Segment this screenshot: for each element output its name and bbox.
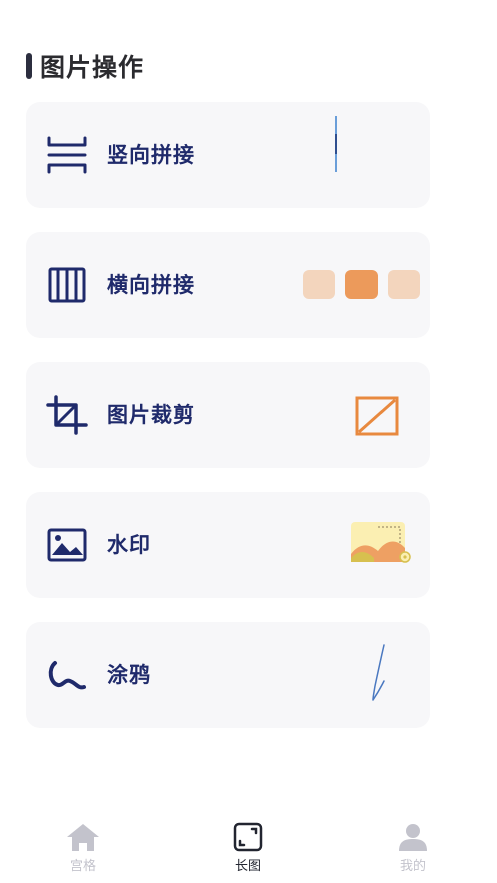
horizontal-stitch-icon <box>48 267 86 303</box>
tool-card-crop[interactable]: 图片裁剪 <box>26 362 430 468</box>
doodle-icon <box>48 661 86 690</box>
tool-label: 水印 <box>107 533 151 557</box>
tool-card-vertical-stitch[interactable]: 竖向拼接 <box>26 102 430 208</box>
horizontal-stitch-preview <box>303 270 420 299</box>
tool-label: 涂鸦 <box>107 663 151 687</box>
section-header: 图片操作 <box>26 50 144 82</box>
user-icon <box>399 824 427 851</box>
tool-card-doodle[interactable]: 涂鸦 <box>26 622 430 728</box>
tab-grid[interactable]: 宫格 <box>33 810 133 883</box>
doodle-preview <box>372 644 385 701</box>
crop-icon <box>46 395 88 435</box>
vertical-stitch-preview <box>335 116 337 172</box>
tool-card-horizontal-stitch[interactable]: 横向拼接 <box>26 232 430 338</box>
crop-preview <box>355 396 399 436</box>
tool-card-watermark[interactable]: 水印 <box>26 492 430 598</box>
section-title: 图片操作 <box>40 53 145 82</box>
tab-mine[interactable]: 我的 <box>363 810 463 883</box>
tab-label: 我的 <box>399 859 426 874</box>
tab-label: 宫格 <box>69 859 96 874</box>
bottom-tab-bar: 宫格 长图 我的 <box>0 810 497 883</box>
vertical-stitch-icon <box>47 136 87 174</box>
tool-label: 横向拼接 <box>107 273 195 297</box>
tab-long-image[interactable]: 长图 <box>198 810 298 883</box>
tool-label: 竖向拼接 <box>107 143 195 167</box>
watermark-icon <box>47 528 87 562</box>
long-image-icon <box>233 822 263 852</box>
title-accent-bar <box>26 53 32 79</box>
home-icon <box>67 824 99 851</box>
tool-label: 图片裁剪 <box>107 403 195 427</box>
tab-label: 长图 <box>234 859 261 874</box>
watermark-preview <box>351 522 411 563</box>
